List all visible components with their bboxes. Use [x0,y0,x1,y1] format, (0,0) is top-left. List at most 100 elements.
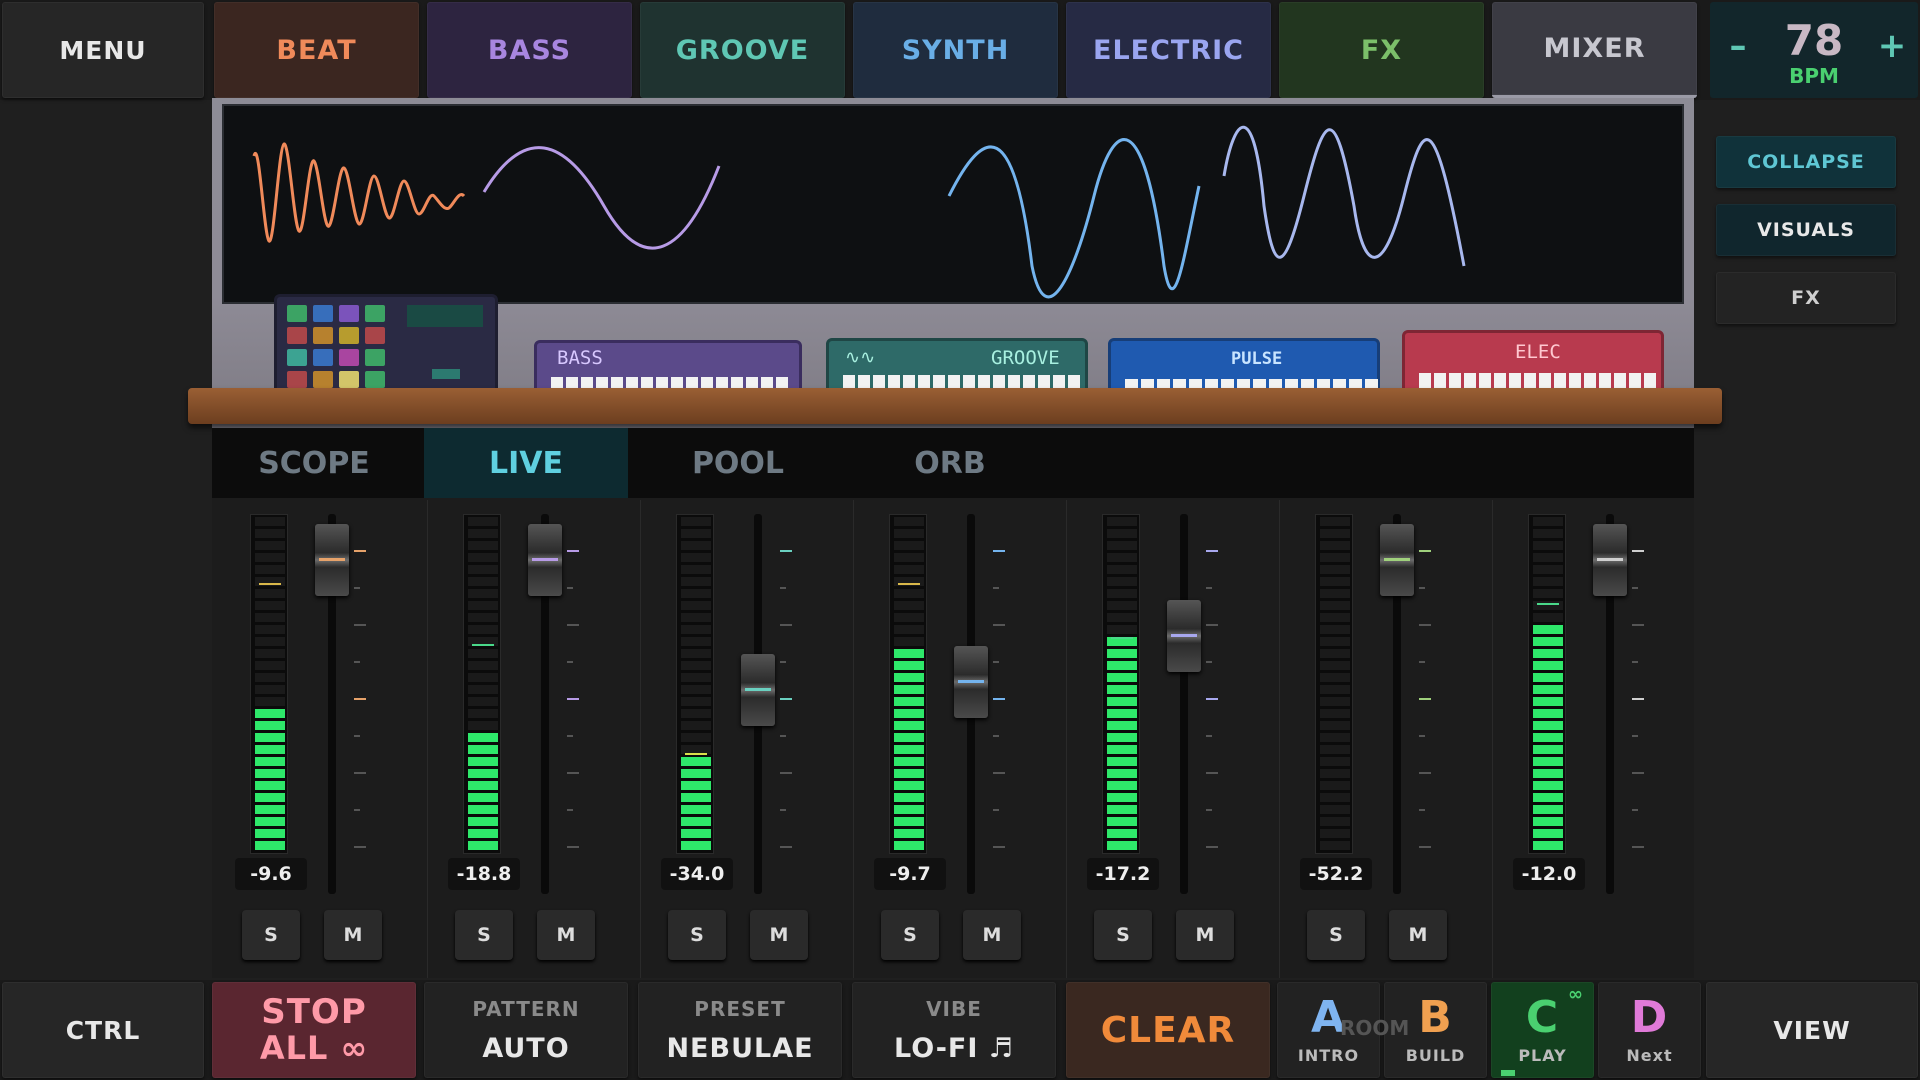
meter-segment [1320,829,1350,838]
drum-pad[interactable] [365,305,385,322]
mute-button[interactable]: M [1176,910,1234,960]
vibe-selector[interactable]: VIBE LO-FI ♬ [852,982,1056,1078]
fader-tick [354,772,366,774]
beat-waveform [252,142,466,243]
mute-button[interactable]: M [1389,910,1447,960]
fader-tick [993,624,1005,626]
fader-knob[interactable] [954,646,988,718]
bpm-increase-button[interactable]: + [1872,26,1912,70]
solo-button[interactable]: S [455,910,513,960]
drum-pad[interactable] [313,327,333,344]
tab-groove[interactable]: GROOVE [640,2,845,98]
meter-segment [1533,565,1563,574]
stop-all-button[interactable]: STOP ALL ∞ [212,982,416,1078]
solo-button[interactable]: S [1307,910,1365,960]
drum-pad[interactable] [339,305,359,322]
meter-segment [1533,661,1563,670]
meter-segment [681,781,711,790]
mute-button[interactable]: M [324,910,382,960]
meter-segment [1320,721,1350,730]
meter-segment [468,805,498,814]
peak-indicator [259,583,281,585]
mixer-tab-scope[interactable]: SCOPE [212,428,416,498]
drum-pad[interactable] [365,371,385,388]
fader-tick [780,587,786,589]
meter-segment [468,553,498,562]
collapse-button[interactable]: COLLAPSE [1716,136,1896,188]
solo-button[interactable]: S [1094,910,1152,960]
solo-button[interactable]: S [242,910,300,960]
drum-pad[interactable] [339,327,359,344]
meter-segment [681,841,711,850]
meter-segment [1533,685,1563,694]
visuals-button[interactable]: VISUALS [1716,204,1896,256]
meter-segment [894,589,924,598]
drum-pad[interactable] [313,305,333,322]
fader-knob[interactable] [528,524,562,596]
mixer-tab-live[interactable]: LIVE [424,428,628,498]
meter-segment [468,721,498,730]
drum-pad[interactable] [313,371,333,388]
fader-track[interactable] [1180,514,1188,894]
channel-strip: -9.6 S M [218,500,428,978]
drum-pad[interactable] [287,349,307,366]
mixer-tab-orb[interactable]: ORB [848,428,1052,498]
tab-mixer[interactable]: MIXER [1492,2,1697,98]
drum-pad[interactable] [287,305,307,322]
drum-pad[interactable] [313,349,333,366]
menu-button[interactable]: MENU [2,2,204,98]
preset-selector[interactable]: PRESET NEBULAE [638,982,842,1078]
tab-fx[interactable]: FX [1279,2,1484,98]
fader-knob[interactable] [1380,524,1414,596]
meter-segment [894,745,924,754]
meter-segment [1107,733,1137,742]
fader-tick [1206,698,1218,700]
tab-electric[interactable]: ELECTRIC [1066,2,1271,98]
fader-tick [780,846,792,848]
mute-button[interactable]: M [537,910,595,960]
scene-d-button[interactable]: D Next [1598,982,1701,1078]
tab-beat[interactable]: BEAT [214,2,419,98]
drum-pad[interactable] [365,349,385,366]
clear-button[interactable]: CLEAR [1066,982,1270,1078]
meter-segment [468,529,498,538]
meter-segment [1533,769,1563,778]
bpm-unit: BPM [1789,64,1839,88]
mixer-tab-pool[interactable]: POOL [636,428,840,498]
fx-side-button[interactable]: FX [1716,272,1896,324]
fader-tick [1632,809,1638,811]
fader-knob[interactable] [1167,600,1201,672]
fader-tick [354,587,360,589]
fader-knob[interactable] [741,654,775,726]
channel-db-readout: -17.2 [1087,858,1159,890]
drum-pad[interactable] [287,327,307,344]
solo-button[interactable]: S [668,910,726,960]
meter-segment [1107,553,1137,562]
drum-pad[interactable] [339,349,359,366]
fader-tick [1206,772,1218,774]
tab-bass[interactable]: BASS [427,2,632,98]
pattern-selector[interactable]: PATTERN AUTO [424,982,628,1078]
ctrl-button[interactable]: CTRL [2,982,204,1078]
solo-button[interactable]: S [881,910,939,960]
fader-knob[interactable] [315,524,349,596]
drum-pad[interactable] [339,371,359,388]
bpm-decrease-button[interactable]: – [1718,26,1758,70]
fader-tick [780,698,792,700]
tab-synth[interactable]: SYNTH [853,2,1058,98]
mute-button[interactable]: M [963,910,1021,960]
meter-segment [255,757,285,766]
view-button[interactable]: VIEW [1706,982,1918,1078]
meter-segment [681,601,711,610]
beat-display [407,305,483,327]
mute-button[interactable]: M [750,910,808,960]
scene-c-button[interactable]: C PLAY ∞ [1491,982,1594,1078]
meter-segment [681,649,711,658]
meter-segment [1107,673,1137,682]
drum-pad[interactable] [287,371,307,388]
fader-knob[interactable] [1593,524,1627,596]
fader-knob-line [1597,558,1623,561]
meter-segment [1533,709,1563,718]
meter-segment [894,841,924,850]
drum-pad[interactable] [365,327,385,344]
